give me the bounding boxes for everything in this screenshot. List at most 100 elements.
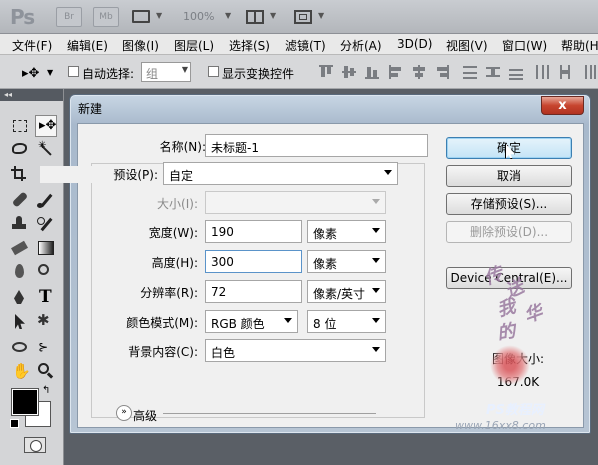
preset-dropdown[interactable]: 自定 xyxy=(163,162,398,185)
custom-shape-icon[interactable]: ✱ xyxy=(35,311,57,333)
close-button[interactable]: x xyxy=(541,96,584,115)
tools-panel-header[interactable]: ◂◂ xyxy=(0,89,63,101)
bit-depth-dropdown[interactable]: 8 位 xyxy=(307,310,386,333)
bridge-button[interactable]: Br xyxy=(56,7,82,27)
chevron-down-icon xyxy=(372,318,380,323)
background-contents-dropdown[interactable]: 白色 xyxy=(205,339,386,362)
chevron-down-icon[interactable]: ▼ xyxy=(318,11,324,20)
name-input[interactable]: 未标题-1 xyxy=(205,134,428,157)
preset-label: 预设(P): xyxy=(40,166,160,183)
pen-tool-icon[interactable] xyxy=(9,287,31,309)
align-hcenter-icon[interactable] xyxy=(411,64,427,80)
dodge-tool-icon[interactable] xyxy=(35,261,57,283)
menu-edit[interactable]: 编辑(E) xyxy=(67,37,108,54)
resolution-unit-dropdown[interactable]: 像素/英寸 xyxy=(307,280,386,303)
distribute-top-icon[interactable] xyxy=(462,64,478,80)
default-colors-icon[interactable] xyxy=(10,419,19,428)
height-label: 高度(H): xyxy=(151,256,198,270)
menu-layer[interactable]: 图层(L) xyxy=(174,37,214,54)
cancel-button[interactable]: 取消 xyxy=(446,165,572,187)
tools-panel: ◂◂ ▸✥ ✳ T ✱ ⊱ ✋ ↰ xyxy=(0,89,64,465)
width-label: 宽度(W): xyxy=(148,226,198,240)
menu-analysis[interactable]: 分析(A) xyxy=(340,37,382,54)
height-input[interactable]: 300 xyxy=(205,250,302,273)
resolution-input[interactable]: 72 xyxy=(205,280,302,303)
chevron-down-icon[interactable]: ▼ xyxy=(270,11,276,20)
align-top-icon[interactable] xyxy=(318,64,334,80)
menu-select[interactable]: 选择(S) xyxy=(229,37,270,54)
size-dropdown xyxy=(205,191,386,214)
zoom-tool-icon[interactable] xyxy=(35,361,57,383)
hand-tool-icon[interactable]: ✋ xyxy=(9,361,31,383)
advanced-label[interactable]: 高级 xyxy=(133,407,157,424)
eraser-icon[interactable] xyxy=(9,237,31,259)
show-transform-label: 显示变换控件 xyxy=(222,67,295,81)
quick-mask-icon[interactable] xyxy=(24,437,46,453)
menu-file[interactable]: 文件(F) xyxy=(12,37,52,54)
screen-mode-icon[interactable] xyxy=(294,10,312,24)
auto-select-checkbox[interactable] xyxy=(68,66,79,77)
lasso-tool-icon[interactable] xyxy=(9,139,31,161)
3d-orbit-icon[interactable]: ⊱ xyxy=(35,337,57,359)
resolution-label: 分辨率(R): xyxy=(140,286,198,300)
height-unit-dropdown[interactable]: 像素 xyxy=(307,250,386,273)
url-watermark: www.16xx8.com xyxy=(455,419,546,432)
red-seal-stamp xyxy=(490,345,530,385)
distribute-bottom-icon[interactable] xyxy=(508,64,524,80)
chevron-down-icon: ▼ xyxy=(181,65,188,74)
clone-stamp-icon[interactable] xyxy=(9,213,31,235)
chevron-down-icon[interactable]: ▼ xyxy=(156,11,162,20)
chevron-down-icon xyxy=(372,258,380,263)
bit-depth-value: 8 位 xyxy=(313,317,337,331)
chevron-down-icon xyxy=(284,318,292,323)
align-vcenter-icon[interactable] xyxy=(341,64,357,80)
history-brush-icon[interactable] xyxy=(35,213,57,235)
zoom-level[interactable]: 100% xyxy=(183,10,214,23)
magic-wand-icon[interactable]: ✳ xyxy=(35,139,57,161)
distribute-hcenter-icon[interactable] xyxy=(557,64,573,80)
align-bottom-icon[interactable] xyxy=(364,64,380,80)
resolution-unit-value: 像素/英寸 xyxy=(313,287,366,301)
gradient-icon[interactable] xyxy=(35,237,57,259)
move-tool-icon[interactable]: ▸✥ xyxy=(35,115,57,137)
crop-tool-icon[interactable] xyxy=(9,163,31,185)
menu-image[interactable]: 图像(I) xyxy=(122,37,159,54)
menu-filter[interactable]: 滤镜(T) xyxy=(285,37,326,54)
menu-3d[interactable]: 3D(D) xyxy=(397,37,432,51)
save-preset-button[interactable]: 存储预设(S)... xyxy=(446,193,572,215)
color-mode-dropdown[interactable]: RGB 颜色 xyxy=(205,310,298,333)
auto-select-label: 自动选择: xyxy=(82,67,135,81)
healing-brush-icon[interactable] xyxy=(9,189,31,211)
advanced-divider xyxy=(163,413,376,414)
move-tool-preset-icon[interactable]: ▸✥ xyxy=(22,66,39,81)
menu-window[interactable]: 窗口(W) xyxy=(502,37,547,54)
align-right-icon[interactable] xyxy=(434,64,450,80)
blur-tool-icon[interactable] xyxy=(9,261,31,283)
align-left-icon[interactable] xyxy=(388,64,404,80)
film-icon[interactable] xyxy=(132,10,150,23)
menu-help[interactable]: 帮助(H) xyxy=(561,37,598,54)
chevron-down-icon xyxy=(372,288,380,293)
brush-tool-icon[interactable] xyxy=(35,189,57,211)
width-unit-dropdown[interactable]: 像素 xyxy=(307,220,386,243)
distribute-right-icon[interactable] xyxy=(580,64,596,80)
distribute-vcenter-icon[interactable] xyxy=(485,64,501,80)
marquee-tool-icon[interactable] xyxy=(9,115,31,137)
distribute-left-icon[interactable] xyxy=(534,64,550,80)
foreground-color-swatch[interactable] xyxy=(11,388,39,416)
3d-rotate-icon[interactable] xyxy=(9,337,31,359)
chevron-down-icon[interactable]: ▼ xyxy=(225,11,231,20)
expand-advanced-icon[interactable]: » xyxy=(116,405,132,421)
chevron-down-icon[interactable]: ▼ xyxy=(47,68,53,77)
arrange-icon[interactable] xyxy=(246,10,264,24)
path-selection-icon[interactable] xyxy=(9,311,31,333)
menu-view[interactable]: 视图(V) xyxy=(446,37,488,54)
mini-bridge-button[interactable]: Mb xyxy=(93,7,119,27)
show-transform-checkbox[interactable] xyxy=(208,66,219,77)
type-tool-icon[interactable]: T xyxy=(35,287,57,309)
name-label: 名称(N): xyxy=(159,140,206,154)
auto-select-dropdown[interactable]: 组 ▼ xyxy=(141,62,191,82)
photoshop-logo: Ps xyxy=(10,5,35,29)
width-input[interactable]: 190 xyxy=(205,220,302,243)
swap-colors-icon[interactable]: ↰ xyxy=(42,385,50,396)
